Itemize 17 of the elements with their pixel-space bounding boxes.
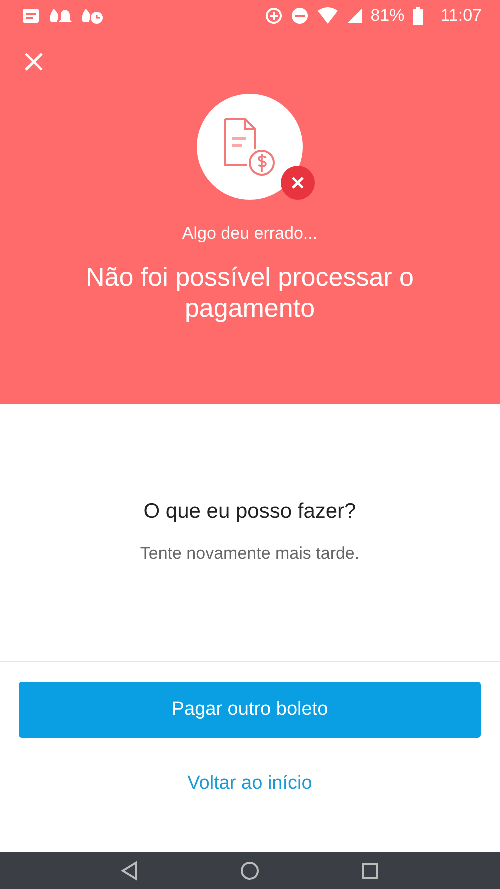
notification-icon bbox=[22, 8, 40, 24]
pay-another-button[interactable]: Pagar outro boleto bbox=[19, 682, 481, 738]
home-icon[interactable] bbox=[239, 860, 261, 882]
document-icon bbox=[222, 117, 278, 177]
notification-icon bbox=[80, 7, 104, 25]
do-not-disturb-icon bbox=[290, 7, 309, 25]
signal-icon bbox=[346, 8, 363, 24]
back-home-link[interactable]: Voltar ao início bbox=[188, 773, 312, 795]
wifi-icon bbox=[316, 7, 339, 25]
error-subtitle: Algo deu errado... bbox=[181, 224, 319, 244]
help-question: O que eu posso fazer? bbox=[144, 500, 356, 524]
notification-icon bbox=[48, 7, 72, 25]
battery-percentage: 81% bbox=[370, 6, 405, 26]
help-answer: Tente novamente mais tarde. bbox=[140, 544, 360, 564]
clock-time: 11:07 bbox=[440, 6, 482, 26]
error-title: Não foi possível processar o pagamento bbox=[84, 262, 416, 324]
battery-icon bbox=[412, 7, 423, 25]
